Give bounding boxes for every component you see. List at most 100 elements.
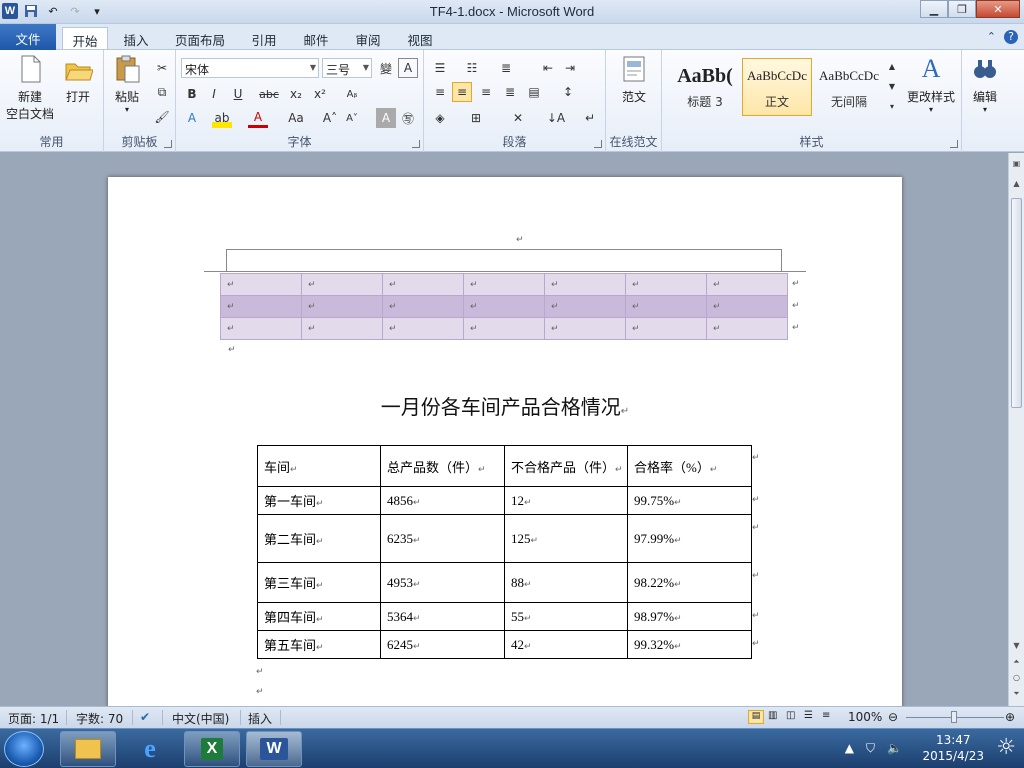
shrink-font-icon[interactable]: A˅: [342, 108, 362, 128]
restore-button[interactable]: ❐: [948, 0, 976, 18]
format-painter-icon[interactable]: 🖌: [152, 107, 172, 127]
volume-icon[interactable]: 🔈: [887, 741, 902, 756]
table-cell[interactable]: ↵: [544, 295, 626, 318]
font-name-dropdown-icon[interactable]: ▼: [310, 63, 316, 72]
document-page[interactable]: ↵ ↵ ↵ ↵ ↵ ↵ ↵ ↵ ↵ ↵ ↵ ↵ ↵ ↵ ↵ ↵ ↵ ↵ ↵ ↵ ↵ ↵ ↵ ↵ ↵ ↵ 一月份各车间…: [108, 177, 902, 706]
table-cell[interactable]: 125↵: [504, 514, 628, 563]
line-spacing-icon[interactable]: ↕: [558, 82, 578, 102]
table-cell[interactable]: 42↵: [504, 630, 628, 659]
char-border-icon[interactable]: A: [398, 58, 418, 78]
borders-icon[interactable]: ⊞: [466, 108, 486, 128]
table-cell[interactable]: 第二车间↵: [257, 514, 381, 563]
table-cell[interactable]: ↵: [625, 317, 707, 340]
multilevel-list-icon[interactable]: ≣: [496, 58, 516, 78]
scroll-down-icon[interactable]: ▼: [1009, 641, 1024, 650]
previous-page-icon[interactable]: ⏶: [1009, 657, 1024, 667]
table-cell[interactable]: ↵: [625, 273, 707, 296]
scroll-thumb[interactable]: [1011, 198, 1022, 408]
security-shield-icon[interactable]: ⛉: [866, 741, 875, 756]
grow-font-icon[interactable]: A˄: [320, 108, 340, 128]
distribute-icon[interactable]: ▤: [524, 82, 544, 102]
clock[interactable]: 13:47 2015/4/23: [922, 732, 984, 764]
subscript-icon[interactable]: x₂: [286, 84, 306, 104]
start-button[interactable]: [4, 731, 44, 767]
table-cell[interactable]: 12↵: [504, 486, 628, 515]
tab-home[interactable]: 开始: [62, 27, 108, 49]
tab-references[interactable]: 引用: [244, 27, 284, 49]
zoom-slider-thumb[interactable]: [951, 711, 957, 723]
table-cell[interactable]: ↵: [463, 317, 545, 340]
table-cell[interactable]: 第一车间↵: [257, 486, 381, 515]
show-hidden-icons-icon[interactable]: ▲: [845, 741, 854, 756]
table-cell[interactable]: 98.97%↵: [627, 602, 752, 631]
table-cell[interactable]: 6245↵: [380, 630, 505, 659]
document-title[interactable]: 一月份各车间产品合格情况↵: [108, 391, 902, 420]
page-count[interactable]: 页面: 1/1: [8, 710, 59, 727]
show-marks-icon[interactable]: ↵: [580, 108, 600, 128]
style-normal[interactable]: AaBbCcDc 正文: [742, 58, 812, 116]
table-cell[interactable]: 第三车间↵: [257, 562, 381, 603]
minimize-ribbon-icon[interactable]: ⌃: [987, 30, 996, 44]
table-cell[interactable]: 97.99%↵: [627, 514, 752, 563]
table-cell[interactable]: 98.22%↵: [627, 562, 752, 603]
table-cell[interactable]: 6235↵: [380, 514, 505, 563]
highlight-icon[interactable]: ab: [212, 108, 232, 128]
fanwen-button[interactable]: 范文: [612, 54, 656, 105]
styles-scroll-up-icon[interactable]: ▲: [886, 56, 898, 76]
print-layout-view-icon[interactable]: ▤: [748, 710, 764, 724]
table-cell[interactable]: ↵: [625, 295, 707, 318]
taskbar-ie[interactable]: e: [122, 731, 178, 767]
font-name-combo[interactable]: 宋体 ▼: [181, 58, 319, 78]
open-button[interactable]: 打开: [58, 54, 98, 105]
table-cell[interactable]: ↵: [220, 295, 302, 318]
styles-launcher-icon[interactable]: [950, 140, 958, 148]
taskbar-excel[interactable]: X: [184, 731, 240, 767]
new-blank-document-button[interactable]: 新建 空白文档: [4, 54, 56, 122]
close-button[interactable]: ✕: [976, 0, 1020, 18]
cut-icon[interactable]: ✂: [152, 58, 172, 78]
tab-view[interactable]: 视图: [400, 27, 440, 49]
phonetic-guide-icon[interactable]: 變: [376, 58, 396, 78]
zoom-out-icon[interactable]: ⊖: [888, 710, 898, 724]
tab-mailings[interactable]: 邮件: [296, 27, 336, 49]
language-indicator[interactable]: 中文(中国): [172, 710, 229, 727]
decrease-indent-icon[interactable]: ⇤: [538, 58, 558, 78]
table-cell[interactable]: ↵: [301, 273, 383, 296]
enclose-char-icon[interactable]: ㊢: [398, 108, 418, 128]
superscript-icon[interactable]: x²: [310, 84, 330, 104]
table-cell[interactable]: 4953↵: [380, 562, 505, 603]
table-cell[interactable]: 99.32%↵: [627, 630, 752, 659]
table-cell[interactable]: 5364↵: [380, 602, 505, 631]
paste-button[interactable]: 粘贴 ▾: [110, 54, 144, 114]
word-count[interactable]: 字数: 70: [76, 710, 123, 727]
table-cell[interactable]: ↵: [301, 295, 383, 318]
copy-icon[interactable]: ⧉: [152, 82, 172, 102]
table-cell[interactable]: 第四车间↵: [257, 602, 381, 631]
vertical-scrollbar[interactable]: ▣ ▲ ▼ ⏶ ○ ⏷: [1008, 153, 1024, 706]
table-cell[interactable]: ↵: [463, 295, 545, 318]
table-cell[interactable]: 4856↵: [380, 486, 505, 515]
table-cell[interactable]: 99.75%↵: [627, 486, 752, 515]
zoom-level[interactable]: 100%: [848, 710, 882, 724]
table-header-cell[interactable]: 合格率（%）↵: [627, 445, 752, 487]
table-cell[interactable]: ↵: [706, 317, 788, 340]
justify-icon[interactable]: ≣: [500, 82, 520, 102]
increase-indent-icon[interactable]: ⇥: [560, 58, 580, 78]
table-cell[interactable]: ↵: [382, 317, 464, 340]
table-cell[interactable]: ↵: [220, 273, 302, 296]
shaded-table[interactable]: ↵ ↵ ↵ ↵ ↵ ↵ ↵ ↵ ↵ ↵ ↵ ↵ ↵ ↵ ↵ ↵ ↵ ↵ ↵ ↵ ↵: [220, 273, 788, 340]
table-header-cell[interactable]: 总产品数（件）↵: [380, 445, 505, 487]
weather-gadget-icon[interactable]: ☼: [996, 735, 1016, 760]
table-cell[interactable]: ↵: [544, 273, 626, 296]
table-cell[interactable]: ↵: [220, 317, 302, 340]
align-center-icon[interactable]: ≡: [452, 82, 472, 102]
web-layout-icon[interactable]: ◫: [786, 710, 795, 721]
editing-dropdown-icon[interactable]: ▾: [966, 105, 1004, 114]
tab-page-layout[interactable]: 页面布局: [168, 27, 232, 49]
numbering-icon[interactable]: ☷: [462, 58, 482, 78]
chinese-layout-icon[interactable]: ✕: [508, 108, 528, 128]
shading-icon[interactable]: ◈: [430, 108, 450, 128]
change-styles-button[interactable]: A 更改样式 ▾: [902, 54, 960, 114]
paste-dropdown-icon[interactable]: ▾: [110, 105, 144, 114]
text-effects-icon[interactable]: A: [182, 108, 202, 128]
